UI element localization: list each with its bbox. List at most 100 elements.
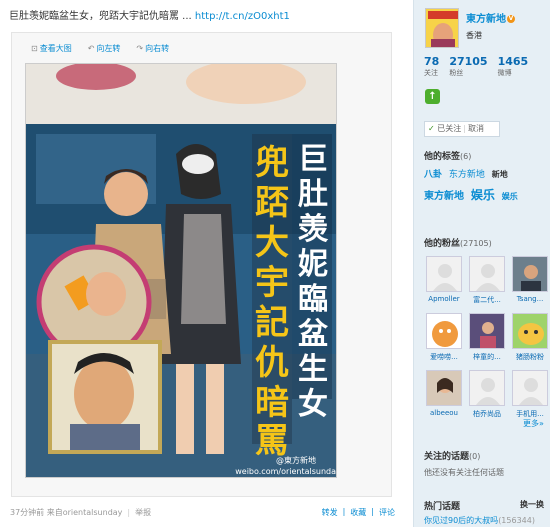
post-footer: 37分钟前 来自orientalsunday | 举报 转发 | 收藏 | 评论 [10, 507, 395, 518]
hot-topics-refresh-button[interactable]: 换一换 [520, 499, 544, 510]
tags-title-text: 他的标签 [424, 152, 461, 162]
post-text: 巨肚羡妮臨盆生女，兜踎大宇記仇暗罵 ... http://t.cn/zO0xht… [9, 9, 409, 25]
fans-title: 他的粉丝(27105) [424, 236, 492, 249]
repost-button[interactable]: 转发 [322, 507, 338, 518]
svg-text:羡: 羡 [298, 212, 329, 247]
user-photo-avatar [469, 313, 505, 349]
svg-text:大: 大 [255, 223, 289, 263]
app-badge-icon[interactable]: ↑ [425, 89, 440, 104]
stat-posts[interactable]: 1465 微博 [498, 55, 529, 78]
magazine-photo: 兜 踎 大 宇 記 仇 暗 罵 巨 肚 羡 妮 臨 盆 生 女 @東方新地 we… [26, 64, 337, 477]
default-avatar-icon [469, 256, 505, 292]
weibo-post: 巨肚羡妮臨盆生女，兜踎大宇記仇暗罵 ... http://t.cn/zO0xht… [0, 0, 413, 527]
post-time-source: 37分钟前 来自orientalsunday [10, 508, 123, 517]
profile-name-text: 東方新地 [466, 14, 506, 25]
tag-item[interactable]: 娱乐 [502, 192, 518, 201]
profile-avatar[interactable] [425, 8, 459, 48]
profile-stats: 78 关注 27105 粉丝 1465 微博 [424, 55, 538, 78]
cartoon-avatar [512, 313, 548, 349]
svg-text:肚: 肚 [298, 177, 328, 212]
follow-status-label: 已关注 [437, 124, 462, 133]
rotate-right-icon: ↷ [136, 43, 144, 53]
stat-following-label: 关注 [424, 69, 438, 77]
view-large-button[interactable]: ⊡ 查看大图 [31, 41, 72, 55]
hot-topic-text: 你见过90后的大叔吗 [424, 516, 499, 525]
fan-item[interactable]: 手机用... [510, 370, 550, 419]
report-link[interactable]: 举报 [135, 508, 151, 517]
rotate-right-button[interactable]: ↷ 向右转 [136, 41, 169, 55]
image-toolbar: ⊡ 查看大图 ↶ 向左转 ↷ 向右转 [31, 41, 169, 55]
default-avatar-icon [512, 370, 548, 406]
fans-count: (27105) [460, 239, 492, 248]
cartoon-avatar [426, 313, 462, 349]
stat-followers-label: 粉丝 [449, 69, 464, 77]
view-large-label: 查看大图 [39, 43, 72, 53]
svg-text:罵: 罵 [255, 421, 289, 461]
fan-item[interactable]: Apmoller [424, 256, 464, 305]
tag-item[interactable]: 娱乐 [471, 188, 495, 202]
default-avatar-icon [469, 370, 505, 406]
fans-title-text: 他的粉丝 [424, 239, 461, 249]
follow-status-button: ✓ 已关注 | 取消 [424, 121, 500, 137]
fan-item[interactable]: 梓童的... [467, 313, 507, 362]
stat-following[interactable]: 78 关注 [424, 55, 439, 78]
favorite-button[interactable]: 收藏 [350, 507, 366, 518]
comment-button[interactable]: 评论 [379, 507, 395, 518]
fan-name: 柏乔尚品 [473, 410, 501, 418]
fan-name: Tsang... [516, 295, 544, 303]
fan-item[interactable]: Tsang... [510, 256, 550, 305]
fan-item[interactable]: albeeou [424, 370, 464, 419]
tag-item[interactable]: 东方新地 [449, 170, 485, 180]
user-photo-avatar [426, 370, 462, 406]
fan-name: Apmoller [428, 295, 460, 303]
fan-item[interactable]: 柏乔尚品 [467, 370, 507, 419]
tags-title: 他的标签(6) [424, 149, 471, 162]
fan-item[interactable]: 猪肠粉粉 [510, 313, 550, 362]
topics-count: (0) [469, 452, 481, 461]
default-avatar-icon [426, 256, 462, 292]
svg-text:踎: 踎 [255, 183, 289, 223]
media-container: ⊡ 查看大图 ↶ 向左转 ↷ 向右转 兜 踎 大 宇 記 仇 暗 罵 巨 肚 羡… [11, 32, 392, 497]
rotate-left-button[interactable]: ↶ 向左转 [88, 41, 121, 55]
fan-name: albeeou [429, 409, 458, 417]
stat-followers[interactable]: 27105 粉丝 [449, 55, 487, 78]
rotate-left-label: 向左转 [96, 43, 121, 53]
check-icon: ✓ [428, 124, 435, 133]
svg-text:女: 女 [298, 387, 328, 422]
tag-item[interactable]: 東方新地 [424, 191, 464, 202]
stat-following-num: 78 [424, 55, 440, 68]
topics-title-text: 关注的话题 [424, 452, 470, 462]
svg-text:臨: 臨 [298, 282, 328, 317]
verified-icon: V [507, 15, 515, 23]
tags-row-2: 東方新地 娱乐 娱乐 [424, 186, 518, 203]
profile-name[interactable]: 東方新地 V [466, 10, 515, 25]
post-short-link[interactable]: http://t.cn/zO0xht1 [195, 11, 290, 22]
tags-row-1: 八卦 东方新地 新地 [424, 167, 508, 180]
watermark-handle: @東方新地 [276, 455, 316, 465]
svg-text:暗: 暗 [255, 383, 289, 423]
fan-name: 梓童的... [473, 353, 501, 361]
tag-item[interactable]: 八卦 [424, 170, 442, 180]
fan-item[interactable]: 富二代... [467, 256, 507, 305]
magazine-cover-image[interactable]: 兜 踎 大 宇 記 仇 暗 罵 巨 肚 羡 妮 臨 盆 生 女 @東方新地 we… [25, 63, 337, 478]
svg-text:仇: 仇 [255, 343, 289, 383]
unfollow-button[interactable]: 取消 [468, 124, 484, 133]
user-photo-avatar [512, 256, 548, 292]
fan-name: 爱唠唠... [430, 353, 458, 361]
tags-count: (6) [460, 152, 472, 161]
watermark-url: weibo.com/orientalsunday [235, 467, 337, 476]
svg-text:宇: 宇 [255, 263, 289, 303]
fan-item[interactable]: 爱唠唠... [424, 313, 464, 362]
fan-name: 猪肠粉粉 [516, 353, 544, 361]
topics-empty-note: 他还没有关注任何话题 [424, 468, 504, 477]
tag-item[interactable]: 新地 [492, 170, 508, 179]
hot-topic-item[interactable]: 你见过90后的大叔吗(156344) [424, 515, 535, 526]
svg-text:記: 記 [255, 303, 289, 343]
svg-text:盆: 盆 [298, 317, 329, 352]
post-body: 巨肚羡妮臨盆生女，兜踎大宇記仇暗罵 ... [9, 11, 195, 22]
headline-left-char-1: 兜 [255, 143, 289, 183]
fans-more-link[interactable]: 更多» [523, 418, 544, 429]
topics-title: 关注的话题(0) [424, 449, 480, 462]
fans-grid: Apmoller 富二代... Tsang... 爱唠唠... 梓童的... 猪… [424, 256, 549, 419]
stat-followers-num: 27105 [449, 55, 488, 68]
